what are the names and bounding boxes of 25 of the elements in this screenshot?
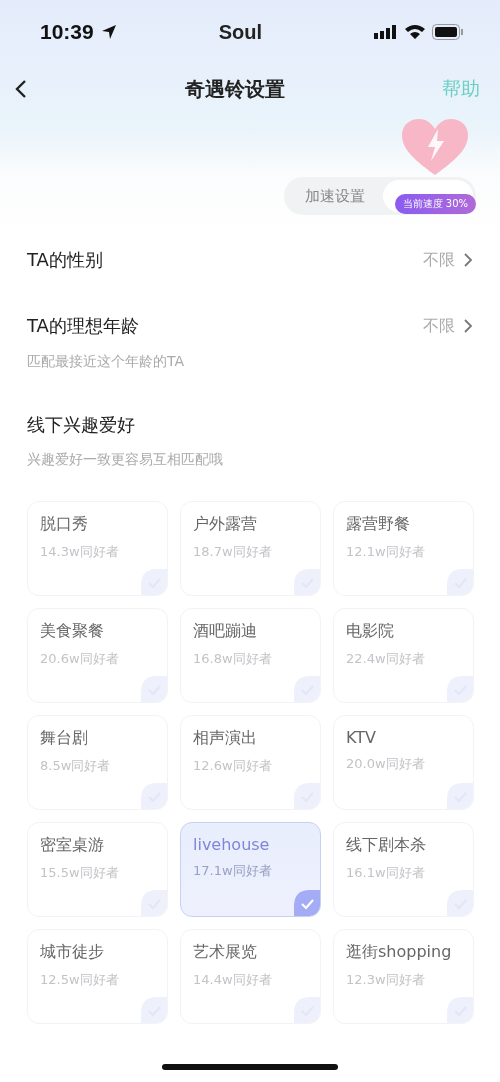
interest-name: 相声演出 [193, 728, 258, 749]
setting-hint: 匹配最接近这个年龄的TA [27, 353, 186, 371]
carrier-logo: Soul [218, 20, 263, 44]
interest-name: 艺术展览 [193, 942, 258, 963]
speed-tooltip: 当前速度 30% [394, 194, 476, 214]
interest-name: 脱口秀 [40, 514, 89, 535]
interest-count: 17.1w同好者 [193, 862, 273, 880]
interest-name: 逛街shopping [346, 942, 453, 963]
setting-label: TA的性别 [27, 248, 104, 272]
interest-name: 线下剧本杀 [346, 835, 427, 856]
interest-name: 户外露营 [193, 514, 258, 535]
section-title: 线下兴趣爱好 [27, 413, 136, 437]
interest-name: KTV [346, 728, 377, 747]
interest-name: 露营野餐 [346, 514, 411, 535]
interest-name: 舞台剧 [40, 728, 89, 749]
interest-name: 酒吧蹦迪 [193, 621, 258, 642]
interest-name: 密室桌游 [40, 835, 105, 856]
section-hint: 兴趣爱好一致更容易互相匹配哦 [27, 451, 224, 469]
interest-name: 电影院 [346, 621, 395, 642]
interest-name: 美食聚餐 [40, 621, 105, 642]
page-title: 奇遇铃设置 [185, 75, 285, 103]
setting-label: TA的理想年龄 [27, 314, 140, 338]
interest-name: livehouse [193, 835, 271, 854]
interest-name: 城市徒步 [40, 942, 105, 963]
status-time: 10:39 [40, 20, 94, 44]
